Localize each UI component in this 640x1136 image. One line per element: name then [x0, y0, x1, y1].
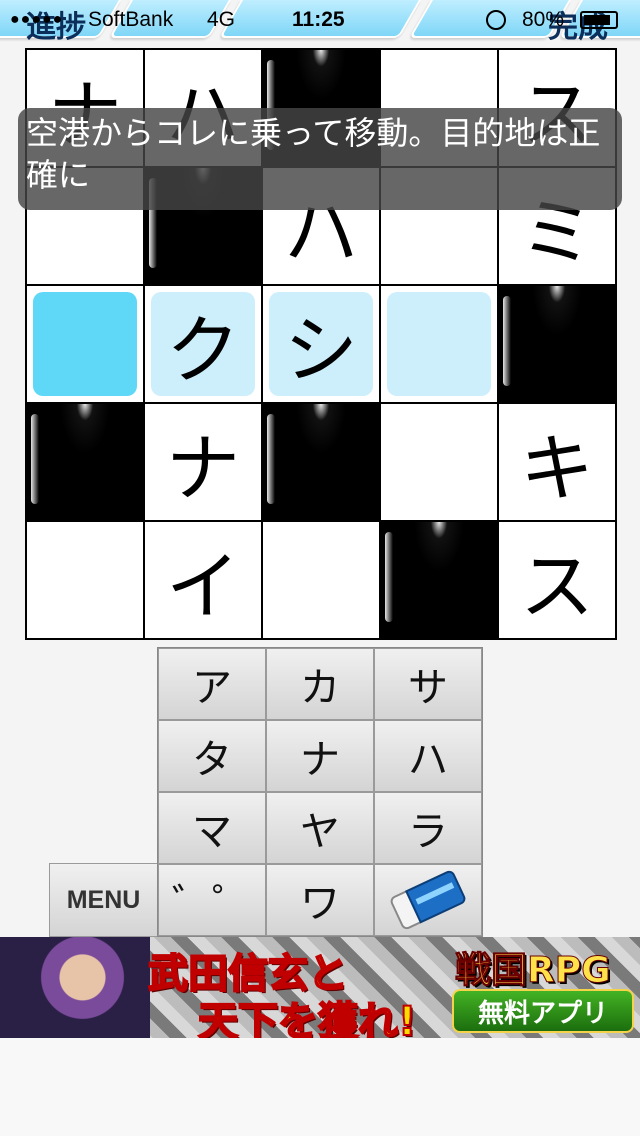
eraser-button[interactable] — [374, 864, 482, 936]
kana-key[interactable]: ヤ — [266, 792, 374, 864]
grid-cell-black — [498, 285, 616, 403]
grid-cell-char: イ — [166, 543, 240, 630]
active-word-highlight — [387, 292, 491, 396]
grid-cell[interactable] — [262, 521, 380, 639]
kana-key[interactable]: ア — [158, 648, 266, 720]
grid-cell[interactable] — [380, 403, 498, 521]
dakuten-key[interactable]: ゛゜ — [158, 864, 266, 936]
rotation-lock-icon — [486, 10, 506, 30]
kana-key[interactable]: サ — [374, 648, 482, 720]
grid-cell-black — [26, 403, 144, 521]
kana-key[interactable]: ナ — [266, 720, 374, 792]
clue-text: 空港からコレに乗って移動。目的地は正確に — [18, 108, 622, 210]
ad-title: 戦国RPG — [455, 950, 612, 992]
ad-headline-2: 天下を獲れ! — [197, 998, 417, 1038]
grid-cell[interactable] — [380, 285, 498, 403]
ad-free-app-button[interactable]: 無料アプリ — [452, 989, 634, 1033]
grid-cell-char: シ — [284, 307, 358, 394]
eraser-icon — [388, 868, 468, 932]
grid-cell-black — [262, 403, 380, 521]
ad-banner[interactable]: 武田信玄と 天下を獲れ! 戦国RPG 無料アプリ — [0, 937, 640, 1038]
grid-cell[interactable] — [26, 521, 144, 639]
menu-button[interactable]: MENU — [49, 863, 158, 937]
kana-key[interactable]: ラ — [374, 792, 482, 864]
battery-icon — [580, 11, 618, 29]
kana-key[interactable]: カ — [266, 648, 374, 720]
battery-percent: 80% — [522, 8, 565, 31]
grid-cell[interactable]: ナ — [144, 403, 262, 521]
grid-cell-char: キ — [520, 425, 594, 512]
kana-keyboard: アカサタナハマヤラ゛゜ワ — [157, 647, 483, 937]
carrier-name: SoftBank — [88, 8, 174, 31]
grid-cell[interactable]: シ — [262, 285, 380, 403]
kana-key[interactable]: タ — [158, 720, 266, 792]
grid-cell-char: ス — [520, 543, 594, 630]
grid-cell[interactable]: イ — [144, 521, 262, 639]
grid-cell-char: ナ — [166, 425, 240, 512]
bottom-area — [0, 1038, 640, 1136]
top-bar: 進捗 完成 ●●●●● SoftBank 4G 11:25 80% — [0, 0, 640, 45]
grid-cell-char: ク — [166, 307, 240, 394]
grid-cell[interactable] — [26, 285, 144, 403]
grid-cell-black — [380, 521, 498, 639]
cursor-highlight — [33, 292, 137, 396]
status-time: 11:25 — [292, 8, 345, 31]
kana-key[interactable]: ハ — [374, 720, 482, 792]
network-type: 4G — [207, 8, 236, 31]
signal-strength-icon: ●●●●● — [10, 11, 64, 28]
kana-key[interactable]: ワ — [266, 864, 374, 936]
ad-character-image — [0, 937, 150, 1038]
grid-cell[interactable]: ス — [498, 521, 616, 639]
kana-key[interactable]: マ — [158, 792, 266, 864]
grid-cell[interactable]: ク — [144, 285, 262, 403]
grid-cell[interactable]: キ — [498, 403, 616, 521]
